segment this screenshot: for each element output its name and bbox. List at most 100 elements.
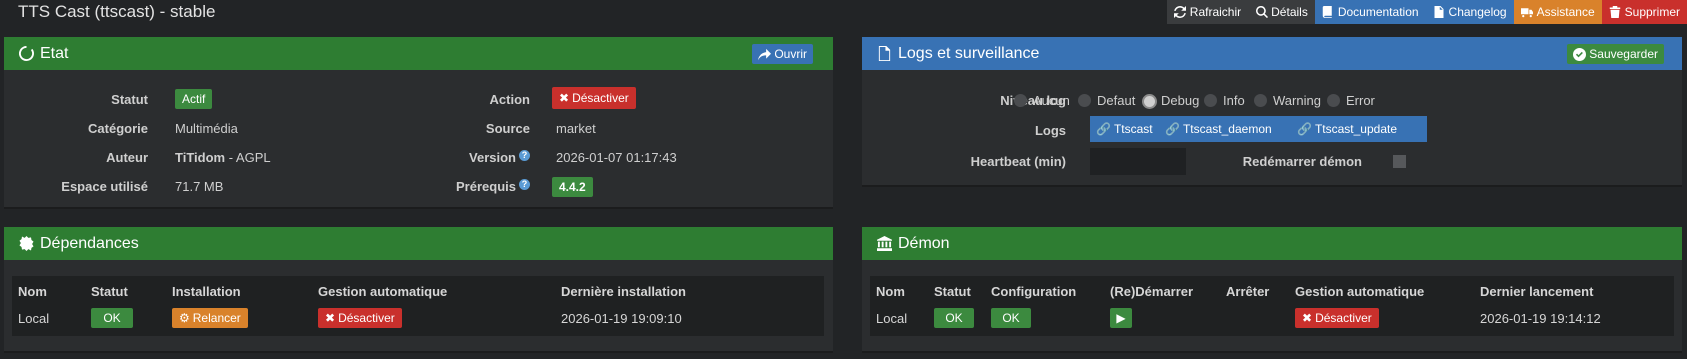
log-level-radio-debug[interactable] <box>1142 94 1157 109</box>
col-auto: Gestion automatique <box>1295 284 1425 299</box>
circle-notch-icon <box>19 46 34 61</box>
log-level-label-error: Error <box>1346 93 1375 108</box>
col-name: Nom <box>18 284 47 299</box>
heartbeat-input[interactable] <box>1090 148 1186 175</box>
truck-icon <box>1521 6 1534 19</box>
restart-daemon-checkbox[interactable] <box>1393 155 1406 168</box>
dep-auto-label: Désactiver <box>338 311 395 325</box>
col-status: Statut <box>934 284 971 299</box>
relaunch-label: Relancer <box>192 311 241 325</box>
version-value: 2026-01-07 01:17:43 <box>556 150 677 165</box>
col-stop: Arrêter <box>1226 284 1270 299</box>
deactivate-label: Désactiver <box>572 91 629 105</box>
version-label-text: Version <box>469 150 516 165</box>
close-icon: ✖ <box>325 311 336 325</box>
deactivate-button[interactable]: ✖ Désactiver <box>552 87 636 109</box>
space-label: Espace utilisé <box>61 179 148 194</box>
log-button-label: Ttscast <box>1113 122 1153 136</box>
refresh-button[interactable]: Rafraichir <box>1166 0 1249 24</box>
col-name: Nom <box>876 284 905 299</box>
col-installation: Installation <box>172 284 241 299</box>
bicycle-icon: ⚙ <box>179 311 190 325</box>
share-icon <box>758 48 772 61</box>
paperclip-icon: 🔗 <box>1165 122 1180 136</box>
delete-button[interactable]: Supprimer <box>1601 0 1687 24</box>
author-name: TiTidom <box>175 150 226 165</box>
daemon-status-badge: OK <box>934 308 974 328</box>
close-icon: ✖ <box>559 91 570 105</box>
etat-title: Etat <box>40 44 69 62</box>
log-button-label: Ttscast_update <box>1314 122 1398 136</box>
restart-daemon-label: Redémarrer démon <box>1242 154 1362 169</box>
daemon-auto-deactivate-button[interactable]: ✖ Désactiver <box>1295 308 1379 328</box>
log-level-radio-defaut[interactable] <box>1078 94 1091 107</box>
daemon-title: Démon <box>898 234 950 252</box>
deps-panel: Dépendances Nom Statut Installation Gest… <box>4 227 833 353</box>
deps-header: Dépendances <box>4 227 833 260</box>
play-icon: ▶ <box>1116 311 1126 325</box>
log-level-radio-info[interactable] <box>1204 94 1217 107</box>
refresh-icon <box>1174 6 1187 19</box>
daemon-config-badge: OK <box>991 308 1031 328</box>
col-auto: Gestion automatique <box>318 284 448 299</box>
dep-name: Local <box>18 311 50 326</box>
dep-auto-deactivate-button[interactable]: ✖ Désactiver <box>318 308 402 328</box>
check-circle-icon <box>1573 47 1587 61</box>
author-value: TiTidom - AGPL <box>175 150 271 165</box>
heartbeat-label: Heartbeat (min) <box>970 154 1066 169</box>
prereq-label: Prérequis? <box>364 179 530 194</box>
log-level-label-debug: Debug <box>1161 93 1200 108</box>
log-level-label-info: Info <box>1223 93 1245 108</box>
search-icon <box>1255 6 1268 19</box>
author-license: - AGPL <box>225 150 271 165</box>
category-label: Catégorie <box>88 121 148 136</box>
restart-daemon-button[interactable]: ▶ <box>1110 308 1132 328</box>
deps-title: Dépendances <box>40 234 139 252</box>
category-value: Multimédia <box>175 121 238 136</box>
help-icon[interactable]: ? <box>519 150 530 161</box>
daemon-header: Démon <box>862 227 1682 260</box>
col-last-launch: Dernier lancement <box>1480 284 1594 299</box>
save-label: Sauvegarder <box>1589 47 1658 61</box>
log-button-daemon[interactable]: 🔗 Ttscast_daemon <box>1159 116 1297 142</box>
log-level-radio-error[interactable] <box>1327 94 1340 107</box>
action-label: Action <box>489 92 530 107</box>
space-value: 71.7 MB <box>175 179 224 194</box>
daemon-last-launch: 2026-01-19 19:14:12 <box>1480 311 1601 326</box>
certificate-icon <box>19 236 34 251</box>
save-button[interactable]: Sauvegarder <box>1567 44 1664 64</box>
logs-label: Logs <box>1034 123 1066 138</box>
deps-table: Nom Statut Installation Gestion automati… <box>12 276 824 336</box>
col-restart: (Re)Démarrer <box>1110 284 1194 299</box>
author-label: Auteur <box>106 150 148 165</box>
open-label: Ouvrir <box>774 47 807 61</box>
status-label: Statut <box>111 92 148 107</box>
log-button-ttscast[interactable]: 🔗 Ttscast <box>1090 116 1165 142</box>
logs-panel: Logs et surveillance Sauvegarder Niveau … <box>862 37 1682 187</box>
log-level-radio-warning[interactable] <box>1254 94 1267 107</box>
documentation-button[interactable]: Documentation <box>1314 0 1426 24</box>
relaunch-button[interactable]: ⚙ Relancer <box>172 308 248 328</box>
etat-panel: Etat Ouvrir Statut Actif Catégorie Multi… <box>4 37 833 209</box>
close-icon: ✖ <box>1302 311 1313 325</box>
changelog-button[interactable]: Changelog <box>1425 0 1514 24</box>
log-button-update[interactable]: 🔗 Ttscast_update <box>1291 116 1427 142</box>
file-icon <box>1433 6 1446 19</box>
col-last-install: Dernière installation <box>561 284 686 299</box>
page-title: TTS Cast (ttscast) - stable <box>18 2 216 21</box>
prereq-label-text: Prérequis <box>456 179 516 194</box>
assistance-label: Assistance <box>1536 5 1595 19</box>
dep-last-install: 2026-01-19 19:09:10 <box>561 311 682 326</box>
refresh-label: Rafraichir <box>1189 5 1242 19</box>
help-icon[interactable]: ? <box>519 179 530 190</box>
delete-label: Supprimer <box>1624 5 1680 19</box>
log-level-radio-aucun[interactable] <box>1014 94 1027 107</box>
log-level-label-defaut: Defaut <box>1097 93 1136 108</box>
assistance-button[interactable]: Assistance <box>1513 0 1602 24</box>
etat-header: Etat Ouvrir <box>4 37 833 70</box>
daemon-auto-label: Désactiver <box>1315 311 1372 325</box>
source-value: market <box>556 121 596 136</box>
details-button[interactable]: Détails <box>1248 0 1315 24</box>
open-button[interactable]: Ouvrir <box>752 44 813 64</box>
source-label: Source <box>485 121 530 136</box>
